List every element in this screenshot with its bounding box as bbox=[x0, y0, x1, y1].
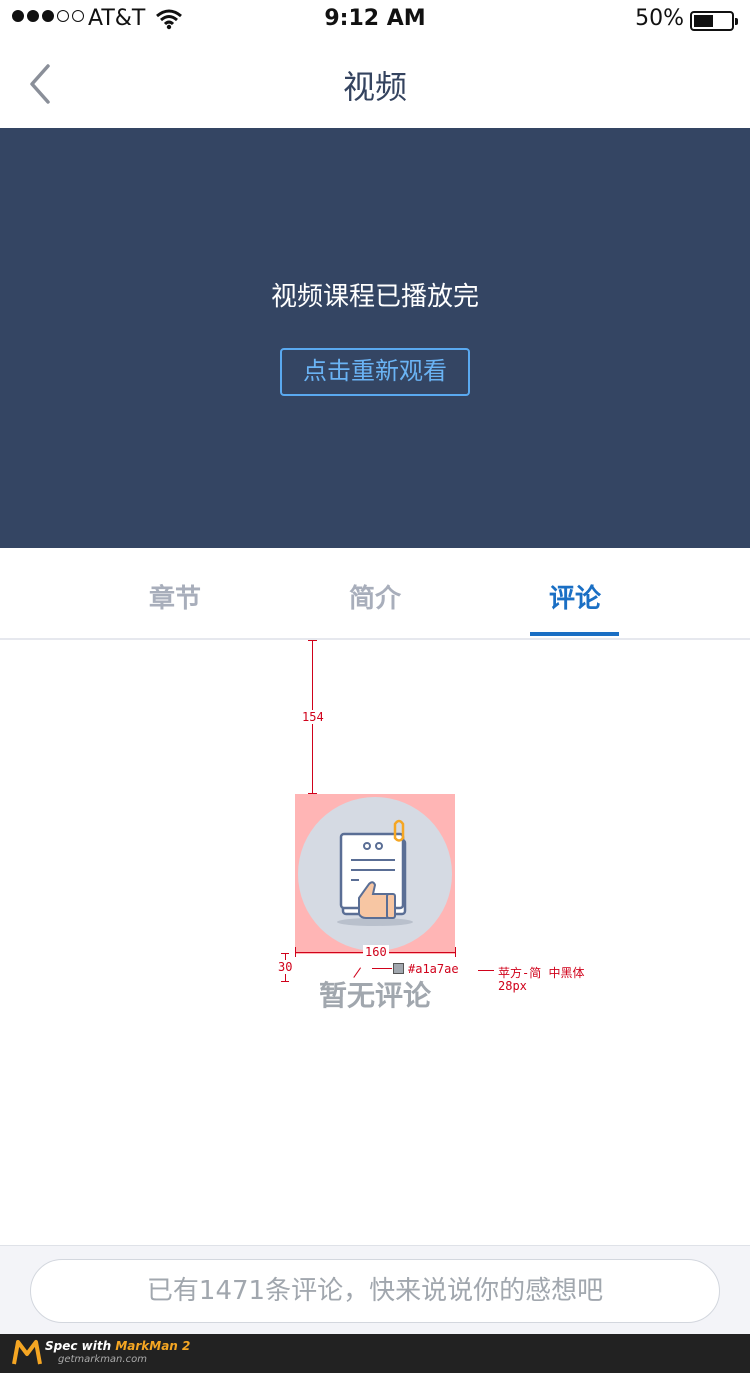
width-annotation: 160 bbox=[363, 945, 389, 959]
text-spacing-annotation: 30 bbox=[277, 960, 294, 974]
navigation-bar: 视频 bbox=[0, 40, 750, 128]
color-swatch bbox=[393, 963, 404, 974]
status-bar: AT&T 9:12 AM 50% bbox=[0, 0, 750, 40]
font-pointer-line bbox=[478, 970, 494, 971]
width-guide-cap bbox=[295, 947, 296, 957]
spacing-guide-cap bbox=[308, 640, 317, 641]
battery-percent: 50% bbox=[635, 6, 684, 31]
width-guide-cap bbox=[455, 947, 456, 957]
active-tab-indicator bbox=[530, 632, 619, 636]
document-thumbs-up-icon bbox=[298, 797, 452, 951]
empty-comments-text: 暂无评论 bbox=[318, 979, 431, 1012]
replay-button[interactable]: 点击重新观看 bbox=[280, 348, 470, 396]
markman-watermark: Spec with MarkMan 2 getmarkman.com bbox=[0, 1334, 750, 1373]
video-player: 视频课程已播放完 点击重新观看 bbox=[0, 128, 750, 548]
spacing-annotation-top: 154 bbox=[301, 710, 325, 724]
tab-chapters[interactable]: 章节 bbox=[100, 578, 250, 615]
battery-icon bbox=[690, 11, 738, 31]
tab-intro[interactable]: 简介 bbox=[300, 578, 450, 615]
markman-tagline: Spec with MarkMan 2 bbox=[45, 1339, 191, 1353]
video-finished-message: 视频课程已播放完 bbox=[270, 282, 479, 312]
comment-input[interactable]: 已有1471条评论，快来说说你的感想吧 bbox=[30, 1259, 720, 1323]
page-title: 视频 bbox=[342, 68, 407, 106]
tab-comments[interactable]: 评论 bbox=[500, 578, 650, 615]
markman-logo-icon bbox=[12, 1338, 42, 1372]
tab-bar: 章节 简介 评论 bbox=[0, 548, 750, 640]
markman-url: getmarkman.com bbox=[58, 1354, 147, 1365]
color-pointer-line bbox=[372, 968, 392, 969]
comment-bar: 已有1471条评论，快来说说你的感想吧 bbox=[0, 1245, 750, 1334]
empty-comments-illustration bbox=[295, 794, 455, 954]
